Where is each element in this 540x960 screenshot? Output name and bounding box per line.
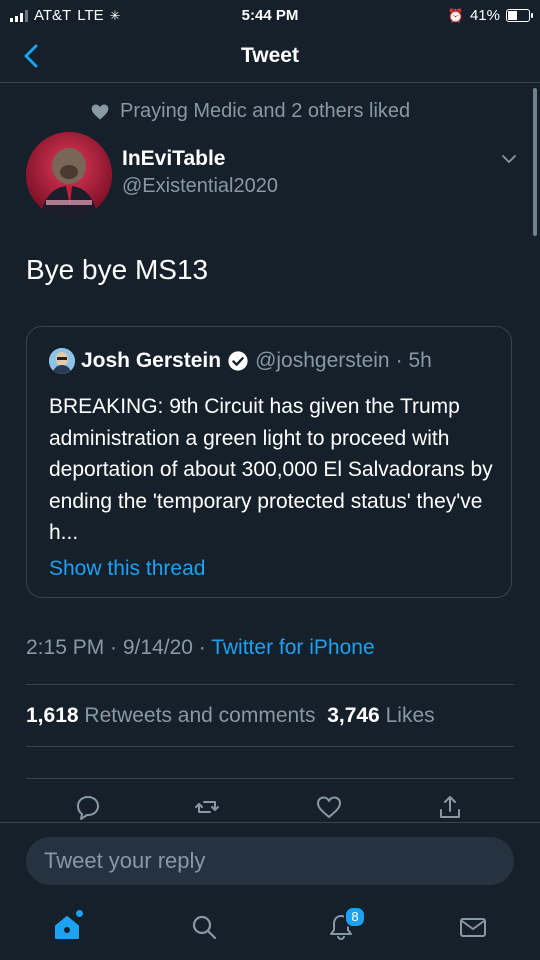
quoted-author-handle: @joshgerstein bbox=[255, 349, 390, 372]
show-thread-link[interactable]: Show this thread bbox=[49, 557, 205, 581]
author-name[interactable]: InEviTable bbox=[122, 146, 278, 172]
share-icon bbox=[440, 796, 460, 818]
tab-home[interactable] bbox=[52, 910, 83, 942]
quoted-tweet[interactable]: Josh Gerstein @joshgerstein · 5h BREAKIN… bbox=[26, 326, 512, 598]
quoted-time-ago: · 5h bbox=[395, 349, 432, 372]
status-bar: AT&T LTE ✳ 5:44 PM ⏰ 41% bbox=[0, 0, 540, 32]
tweet-source-link[interactable]: Twitter for iPhone bbox=[211, 636, 374, 659]
divider bbox=[26, 746, 514, 747]
author-handle[interactable]: @Existential2020 bbox=[122, 172, 278, 200]
heart-icon bbox=[317, 796, 341, 818]
reply-bar bbox=[0, 822, 540, 901]
page-title: Tweet bbox=[241, 44, 299, 67]
home-unread-dot bbox=[76, 910, 83, 917]
heart-filled-icon bbox=[91, 104, 109, 119]
retweets-count: 1,618 bbox=[26, 704, 79, 727]
divider bbox=[26, 778, 514, 779]
social-context-label: Praying Medic and 2 others liked bbox=[120, 100, 411, 122]
tweet-text: Bye bye MS13 bbox=[26, 254, 209, 285]
tweet-timestamp: 2:15 PM · 9/14/20 · bbox=[26, 636, 212, 659]
battery-icon bbox=[506, 9, 533, 22]
like-button[interactable] bbox=[314, 792, 344, 822]
quoted-avatar-image bbox=[49, 348, 75, 374]
avatar-image bbox=[26, 132, 112, 218]
divider bbox=[26, 684, 514, 685]
battery-fill bbox=[508, 11, 518, 20]
retweets-stat[interactable]: 1,618 Retweets and comments bbox=[26, 704, 316, 727]
likes-label: Likes bbox=[385, 704, 435, 727]
share-button[interactable] bbox=[435, 792, 465, 822]
search-icon bbox=[192, 915, 217, 940]
quoted-tweet-header: Josh Gerstein @joshgerstein · 5h bbox=[49, 348, 432, 374]
tab-search[interactable] bbox=[189, 912, 219, 942]
scroll-indicator bbox=[533, 88, 537, 236]
status-right: ⏰ 41% bbox=[447, 7, 533, 24]
reply-icon bbox=[77, 796, 99, 820]
retweet-icon bbox=[195, 801, 219, 813]
chevron-down-icon bbox=[502, 155, 516, 163]
tab-bar: 8 bbox=[0, 900, 540, 960]
reply-button[interactable] bbox=[73, 792, 103, 822]
alarm-icon: ⏰ bbox=[447, 7, 464, 23]
tab-notifications[interactable]: 8 bbox=[326, 906, 366, 942]
verified-badge-icon bbox=[228, 351, 248, 371]
author-avatar[interactable] bbox=[26, 132, 112, 218]
social-context[interactable]: Praying Medic and 2 others liked bbox=[90, 100, 410, 123]
notifications-badge: 8 bbox=[344, 906, 366, 928]
tab-messages[interactable] bbox=[458, 912, 488, 942]
battery-percent: 41% bbox=[469, 7, 500, 24]
retweets-label: Retweets and comments bbox=[84, 704, 316, 727]
mail-icon bbox=[460, 918, 486, 937]
quoted-author-name: Josh Gerstein bbox=[81, 349, 222, 372]
reply-input[interactable] bbox=[26, 837, 514, 885]
author-info[interactable]: InEviTable @Existential2020 bbox=[122, 146, 278, 200]
quoted-author-avatar bbox=[49, 348, 75, 374]
quoted-tweet-text: BREAKING: 9th Circuit has given the Trum… bbox=[49, 395, 493, 544]
tweet-stats: 1,618 Retweets and comments 3,746 Likes bbox=[26, 704, 435, 728]
tweet-meta: 2:15 PM · 9/14/20 · Twitter for iPhone bbox=[26, 636, 375, 660]
tweet-options-button[interactable] bbox=[500, 150, 518, 168]
likes-stat[interactable]: 3,746 Likes bbox=[327, 704, 434, 727]
nav-bar: Tweet bbox=[0, 32, 540, 83]
likes-count: 3,746 bbox=[327, 704, 380, 727]
retweet-button[interactable] bbox=[192, 792, 222, 822]
